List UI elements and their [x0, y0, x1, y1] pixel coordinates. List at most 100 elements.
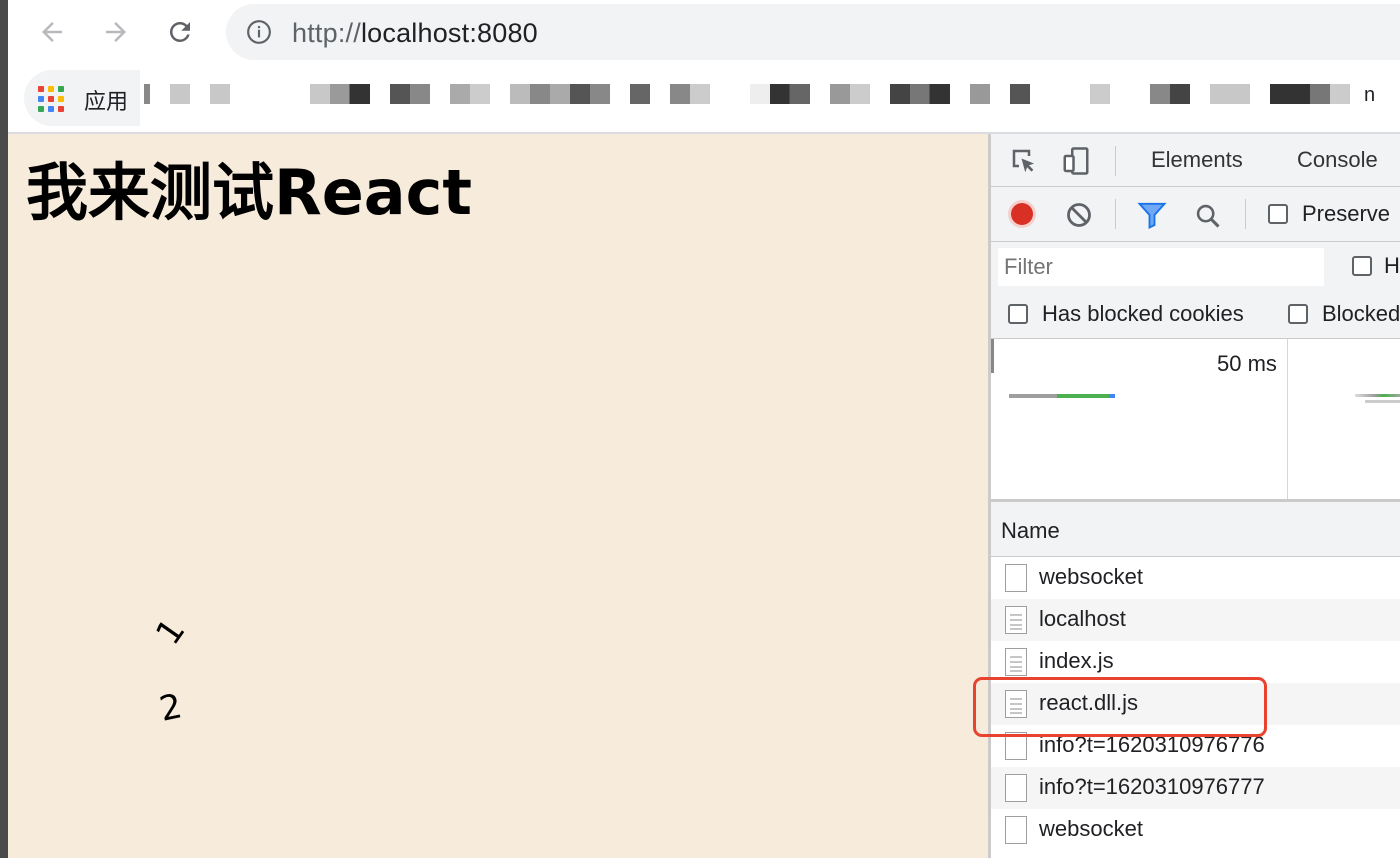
- forward-button[interactable]: [98, 14, 134, 50]
- page-number-1: 1: [148, 611, 194, 653]
- redacted-bookmark[interactable]: [1150, 84, 1190, 104]
- clear-button[interactable]: [1065, 201, 1093, 229]
- record-icon: [1008, 200, 1036, 228]
- preserve-log-checkbox[interactable]: [1268, 204, 1288, 224]
- address-bar[interactable]: http://localhost:8080: [226, 4, 1400, 60]
- filter-toggle-button[interactable]: [1137, 201, 1167, 229]
- redacted-bookmark[interactable]: [450, 84, 490, 104]
- request-row[interactable]: localhost: [991, 599, 1400, 641]
- redacted-bookmark[interactable]: [890, 84, 950, 104]
- blank-file-icon: [1005, 774, 1027, 802]
- redacted-bookmark[interactable]: [310, 84, 370, 104]
- back-button[interactable]: [34, 14, 70, 50]
- clear-icon: [1067, 203, 1091, 227]
- blank-file-icon: [1005, 816, 1027, 844]
- redacted-bookmark[interactable]: [630, 84, 650, 104]
- search-icon: [1196, 204, 1220, 228]
- request-list: websocket localhost index.js react.dll.j…: [991, 557, 1400, 851]
- network-overview[interactable]: 50 ms: [991, 339, 1400, 501]
- redacted-bookmark[interactable]: [170, 84, 190, 104]
- tab-separator: [1115, 146, 1116, 176]
- apps-grid-icon: [38, 86, 64, 112]
- bookmark-overflow-text: n: [1364, 84, 1376, 106]
- request-row[interactable]: react.dll.js: [991, 683, 1400, 725]
- overview-left-marker: [991, 339, 994, 373]
- info-icon[interactable]: [246, 19, 272, 45]
- name-column-header[interactable]: Name: [991, 502, 1400, 557]
- device-toolbar-button[interactable]: [1059, 144, 1093, 178]
- network-toolbar: Preserve: [991, 187, 1400, 242]
- redacted-bookmark[interactable]: [1210, 84, 1250, 104]
- document-icon: [1005, 648, 1027, 676]
- toolbar-separator: [1115, 199, 1116, 229]
- reload-button[interactable]: [162, 14, 198, 50]
- overview-bar-late: [1355, 394, 1400, 397]
- redacted-bookmark[interactable]: [1090, 84, 1110, 104]
- reload-icon: [169, 21, 190, 42]
- request-name: index.js: [1039, 648, 1114, 673]
- redacted-bookmark[interactable]: [510, 84, 610, 104]
- has-blocked-cookies-checkbox[interactable]: [1008, 304, 1028, 324]
- filter-row: H: [991, 242, 1400, 292]
- tab-elements[interactable]: Elements: [1151, 147, 1243, 173]
- blank-file-icon: [1005, 564, 1027, 592]
- request-row[interactable]: info?t=1620310976777: [991, 767, 1400, 809]
- blank-file-icon: [1005, 732, 1027, 760]
- bookmarks-bar: 应用 n: [8, 66, 1400, 132]
- hide-data-urls-checkbox[interactable]: [1352, 256, 1372, 276]
- overview-bar-late: [1365, 400, 1400, 403]
- window-edge: [0, 0, 8, 858]
- overview-bar-receive: [1109, 394, 1115, 398]
- overview-tick-label: 50 ms: [1217, 351, 1277, 376]
- device-toggle-icon: [1063, 147, 1089, 175]
- toolbar-separator: [1245, 199, 1246, 229]
- record-button[interactable]: [1007, 199, 1037, 229]
- name-column-label: Name: [1001, 518, 1060, 543]
- redacted-bookmark[interactable]: [144, 84, 150, 104]
- apps-label: 应用: [84, 89, 129, 114]
- hide-data-urls-label: H: [1384, 253, 1400, 278]
- page-number-2: 2: [156, 686, 186, 730]
- preserve-log-label: Preserve: [1302, 201, 1391, 226]
- browser-toolbar: http://localhost:8080: [8, 0, 1400, 66]
- redacted-bookmark[interactable]: [1010, 84, 1030, 104]
- arrow-left-icon: [42, 22, 62, 42]
- request-row[interactable]: websocket: [991, 809, 1400, 851]
- tab-console[interactable]: Console: [1297, 147, 1378, 173]
- request-name: websocket: [1039, 564, 1143, 589]
- filter-funnel-icon: [1137, 202, 1167, 229]
- request-name: info?t=1620310976777: [1039, 774, 1265, 799]
- request-name: info?t=1620310976776: [1039, 732, 1265, 757]
- overview-bar-waiting: [1009, 394, 1057, 398]
- page-viewport: 我来测试React 1 2: [8, 134, 988, 858]
- filter-input[interactable]: [998, 248, 1324, 286]
- redacted-bookmark[interactable]: [1270, 84, 1350, 104]
- redacted-bookmark[interactable]: [970, 84, 990, 104]
- overview-gridline: [1287, 339, 1288, 501]
- request-row[interactable]: info?t=1620310976776: [991, 725, 1400, 767]
- devtools-panel: Elements Console Preserve Filter H Has b…: [988, 134, 1400, 858]
- redacted-bookmark[interactable]: [390, 84, 430, 104]
- redacted-bookmark[interactable]: [670, 84, 710, 104]
- has-blocked-cookies-label: Has blocked cookies: [1042, 301, 1244, 326]
- inspect-icon: [1012, 149, 1034, 173]
- search-button[interactable]: [1193, 201, 1223, 231]
- redacted-bookmark[interactable]: [830, 84, 870, 104]
- request-name: websocket: [1039, 816, 1143, 841]
- cookie-filter-row: Has blocked cookies Blocked: [991, 292, 1400, 339]
- redacted-bookmark[interactable]: [210, 84, 230, 104]
- page-title: 我来测试React: [26, 156, 473, 229]
- document-icon: [1005, 690, 1027, 718]
- request-name: localhost: [1039, 606, 1126, 631]
- overview-bar-download: [1057, 394, 1109, 398]
- request-row[interactable]: websocket: [991, 557, 1400, 599]
- blocked-requests-label: Blocked: [1322, 301, 1400, 326]
- blocked-requests-checkbox[interactable]: [1288, 304, 1308, 324]
- apps-bookmark[interactable]: 应用: [24, 70, 140, 126]
- redacted-bookmark[interactable]: [750, 84, 810, 104]
- request-name: react.dll.js: [1039, 690, 1139, 715]
- inspect-element-button[interactable]: [1007, 144, 1041, 178]
- url-text: http://localhost:8080: [292, 18, 538, 48]
- devtools-tab-bar: Elements Console: [991, 134, 1400, 187]
- request-row[interactable]: index.js: [991, 641, 1400, 683]
